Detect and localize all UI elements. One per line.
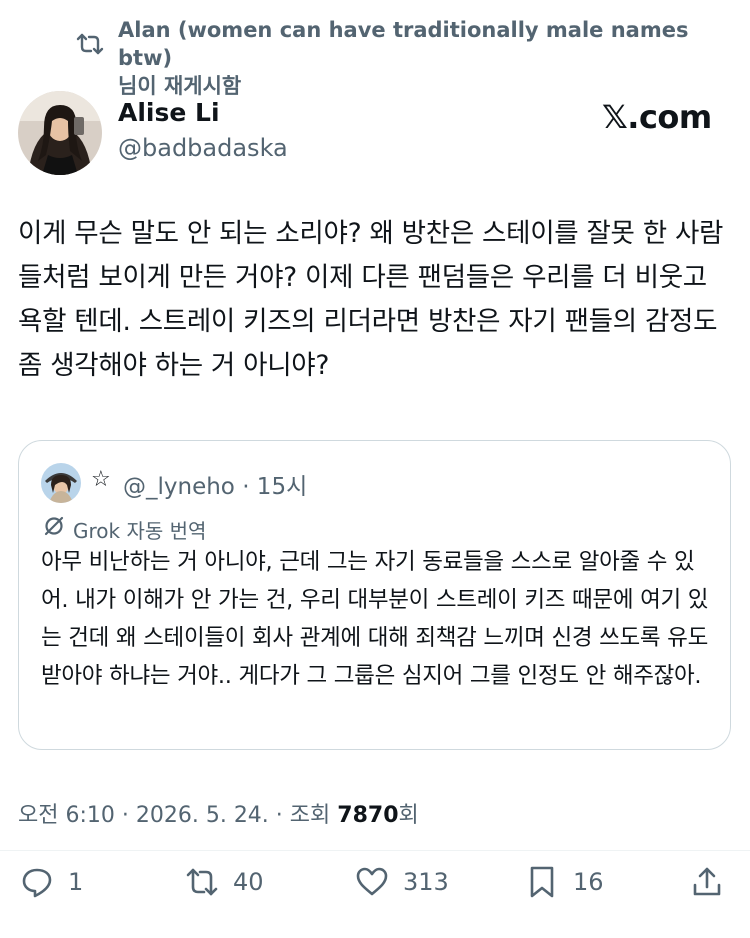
repost-icon bbox=[186, 868, 218, 896]
tweet-text: 이게 무슨 말도 안 되는 소리야? 왜 방찬은 스테이를 잘못 한 사람들처럼… bbox=[18, 218, 724, 381]
translation-label[interactable]: Grok 자동 번역 bbox=[73, 515, 206, 544]
like-count: 313 bbox=[403, 868, 449, 896]
reply-count: 1 bbox=[68, 868, 84, 896]
view-count: 7870 bbox=[337, 803, 399, 828]
bookmark-button[interactable]: 16 bbox=[525, 860, 604, 904]
tweet-timestamp[interactable]: 오전 6:10 · 2026. 5. 24. · 조회 bbox=[18, 803, 337, 828]
repost-count: 40 bbox=[233, 868, 264, 896]
star-icon: ☆ bbox=[91, 467, 111, 492]
bookmark-count: 16 bbox=[573, 868, 604, 896]
repost-attribution[interactable]: Alan (women can have traditionally male … bbox=[118, 16, 738, 100]
grok-icon bbox=[44, 516, 64, 536]
reply-icon bbox=[22, 868, 52, 898]
repost-header-icon bbox=[76, 33, 104, 55]
view-suffix: 회 bbox=[398, 803, 419, 828]
like-icon bbox=[356, 867, 388, 896]
quoted-author-avatar[interactable] bbox=[41, 463, 81, 503]
repost-button[interactable]: 40 bbox=[185, 860, 264, 904]
divider bbox=[0, 850, 750, 851]
author-name[interactable]: Alise Li bbox=[118, 98, 220, 127]
reply-button[interactable]: 1 bbox=[20, 860, 83, 904]
quoted-tweet-card[interactable]: ☆ @_lyneho · 15시 Grok 자동 번역 아무 비난하는 거 아니… bbox=[18, 440, 731, 750]
repost-attribution-line2: 님이 재게시함 bbox=[118, 74, 242, 98]
brand-logo: 𝕏.com bbox=[602, 98, 712, 136]
author-avatar[interactable] bbox=[18, 91, 102, 175]
author-handle[interactable]: @badbadaska bbox=[118, 134, 288, 162]
quoted-tweet-text: 아무 비난하는 거 아니야, 근데 그는 자기 동료들을 스스로 알아줄 수 있… bbox=[41, 549, 709, 689]
tweet-meta: 오전 6:10 · 2026. 5. 24. · 조회 7870회 bbox=[18, 797, 419, 829]
share-icon bbox=[693, 867, 721, 896]
like-button[interactable]: 313 bbox=[355, 860, 449, 904]
quoted-handle-time[interactable]: @_lyneho · 15시 bbox=[123, 467, 307, 501]
share-button[interactable] bbox=[690, 860, 724, 904]
bookmark-icon bbox=[530, 866, 554, 898]
repost-attribution-line1: Alan (women can have traditionally male … bbox=[118, 18, 689, 70]
